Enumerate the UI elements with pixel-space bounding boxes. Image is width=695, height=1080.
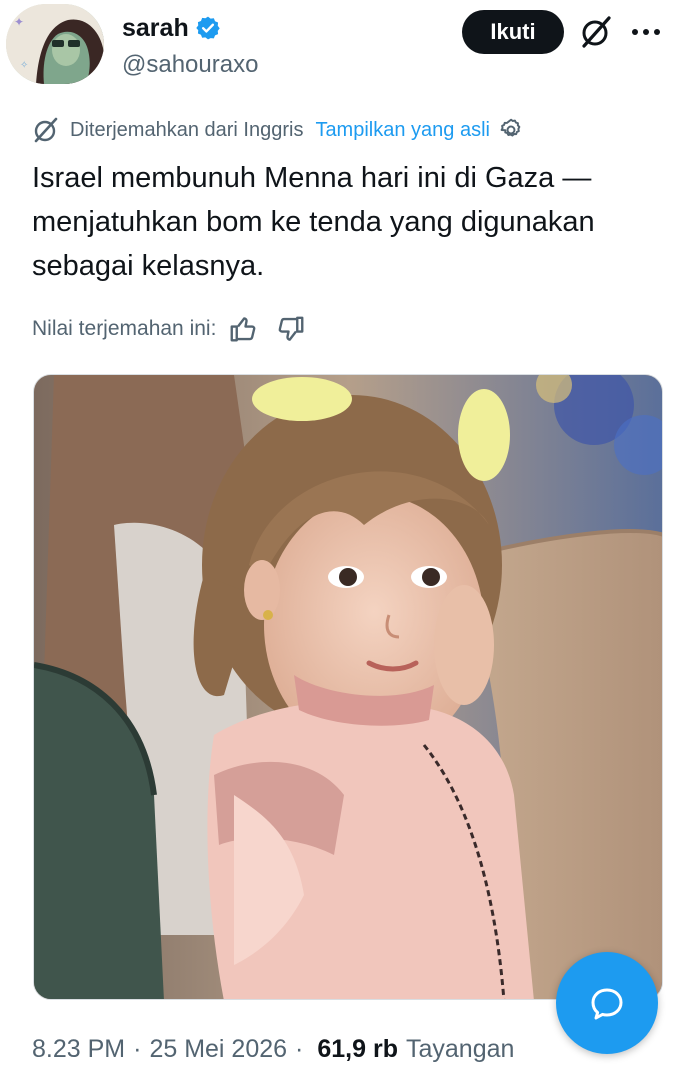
views-count: 61,9 rb (317, 1034, 398, 1063)
tweet-meta: 8.23 PM · 25 Mei 2026 · 61,9 rb Tayangan (32, 1032, 514, 1066)
grok-translate-icon (32, 116, 60, 144)
grok-icon[interactable] (578, 14, 614, 50)
tweet-time[interactable]: 8.23 PM (32, 1035, 125, 1064)
rate-translation: Nilai terjemahan ini: (32, 314, 324, 344)
user-handle[interactable]: @sahouraxo (122, 51, 258, 79)
translation-bar: Diterjemahkan dari Inggris Tampilkan yan… (32, 116, 524, 144)
thumbs-up-icon[interactable] (228, 314, 258, 344)
translated-from-label: Diterjemahkan dari Inggris (70, 118, 304, 141)
tweet-photo[interactable] (33, 374, 663, 1000)
gear-icon[interactable] (498, 117, 524, 143)
tweet-text: Israel membunuh Menna hari ini di Gaza —… (32, 162, 595, 282)
verified-badge-icon (195, 15, 221, 41)
thumbs-down-icon[interactable] (276, 314, 306, 344)
tweet-header: ✦ ✧ sarah @sahouraxo Ikuti (0, 0, 695, 96)
rate-translation-label: Nilai terjemahan ini: (32, 317, 217, 340)
follow-button[interactable]: Ikuti (462, 10, 564, 54)
chat-bubble-icon (591, 988, 623, 1020)
separator-dot: · (133, 1034, 142, 1063)
compose-reply-button[interactable] (556, 952, 658, 1054)
show-original-link[interactable]: Tampilkan yang asli (315, 119, 490, 142)
views-label: Tayangan (405, 1034, 515, 1063)
more-options-icon[interactable] (629, 20, 663, 44)
avatar[interactable]: ✦ ✧ (6, 4, 104, 84)
svg-text:✧: ✧ (20, 60, 28, 71)
separator-dot: · (295, 1034, 304, 1063)
display-name[interactable]: sarah (122, 14, 189, 42)
tweet-date[interactable]: 25 Mei 2026 (149, 1035, 287, 1064)
svg-text:✦: ✦ (14, 15, 24, 29)
name-row: sarah (122, 14, 221, 42)
